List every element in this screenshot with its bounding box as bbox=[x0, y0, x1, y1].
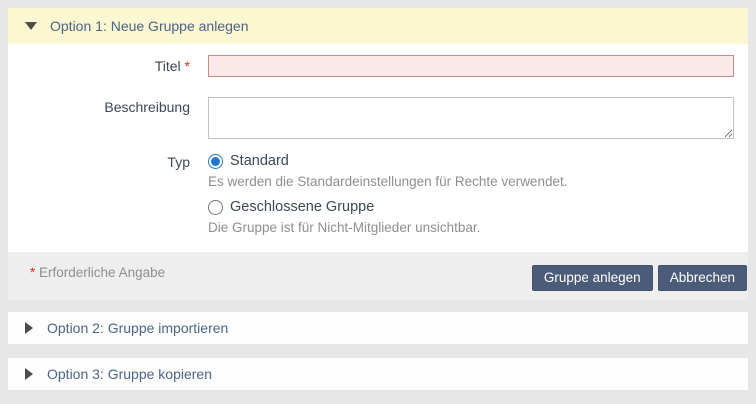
required-asterisk: * bbox=[185, 58, 190, 74]
create-group-form: Titel * Beschreibung Typ Standa bbox=[8, 44, 748, 252]
accordion-option-1-panel: Option 1: Neue Gruppe anlegen Titel * Be… bbox=[8, 8, 748, 300]
radio-option-geschlossene-gruppe[interactable]: Geschlossene Gruppe bbox=[208, 199, 734, 215]
radio-geschlossene-gruppe-label: Geschlossene Gruppe bbox=[230, 199, 374, 215]
form-command-footer: * Erforderliche Angabe Gruppe anlegen Ab… bbox=[8, 252, 748, 300]
titel-input[interactable] bbox=[208, 55, 734, 77]
radio-standard-label: Standard bbox=[230, 153, 289, 169]
accordion-header-option-1[interactable]: Option 1: Neue Gruppe anlegen bbox=[8, 8, 748, 44]
beschreibung-row: Beschreibung bbox=[8, 97, 748, 139]
caret-right-icon bbox=[25, 368, 33, 380]
typ-row: Typ Standard Es werden die Standardeinst… bbox=[8, 153, 748, 252]
accordion-header-option-3[interactable]: Option 3: Gruppe kopieren bbox=[8, 358, 748, 390]
accordion-option-2-title: Option 2: Gruppe importieren bbox=[47, 320, 228, 336]
caret-down-icon bbox=[25, 22, 37, 30]
typ-label: Typ bbox=[8, 153, 190, 252]
geschlossene-gruppe-help-text: Die Gruppe ist für Nicht-Mitglieder unsi… bbox=[208, 220, 734, 252]
accordion-option-3-title: Option 3: Gruppe kopieren bbox=[47, 366, 212, 382]
required-asterisk: * bbox=[30, 265, 35, 280]
beschreibung-label: Beschreibung bbox=[8, 97, 190, 139]
titel-label: Titel * bbox=[8, 55, 190, 77]
accordion-option-1-title: Option 1: Neue Gruppe anlegen bbox=[50, 18, 248, 34]
radio-unselected-icon[interactable] bbox=[208, 200, 223, 215]
radio-option-standard[interactable]: Standard bbox=[208, 153, 734, 169]
standard-help-text: Es werden die Standardeinstellungen für … bbox=[208, 174, 734, 190]
titel-row: Titel * bbox=[8, 55, 748, 77]
abbrechen-button[interactable]: Abbrechen bbox=[658, 265, 747, 291]
radio-selected-icon[interactable] bbox=[208, 154, 223, 169]
required-note: * Erforderliche Angabe bbox=[30, 265, 165, 300]
group-creation-page: Option 1: Neue Gruppe anlegen Titel * Be… bbox=[0, 0, 756, 404]
caret-right-icon bbox=[25, 322, 33, 334]
beschreibung-textarea[interactable] bbox=[208, 97, 734, 139]
accordion-header-option-2[interactable]: Option 2: Gruppe importieren bbox=[8, 312, 748, 344]
gruppe-anlegen-button[interactable]: Gruppe anlegen bbox=[532, 265, 653, 291]
